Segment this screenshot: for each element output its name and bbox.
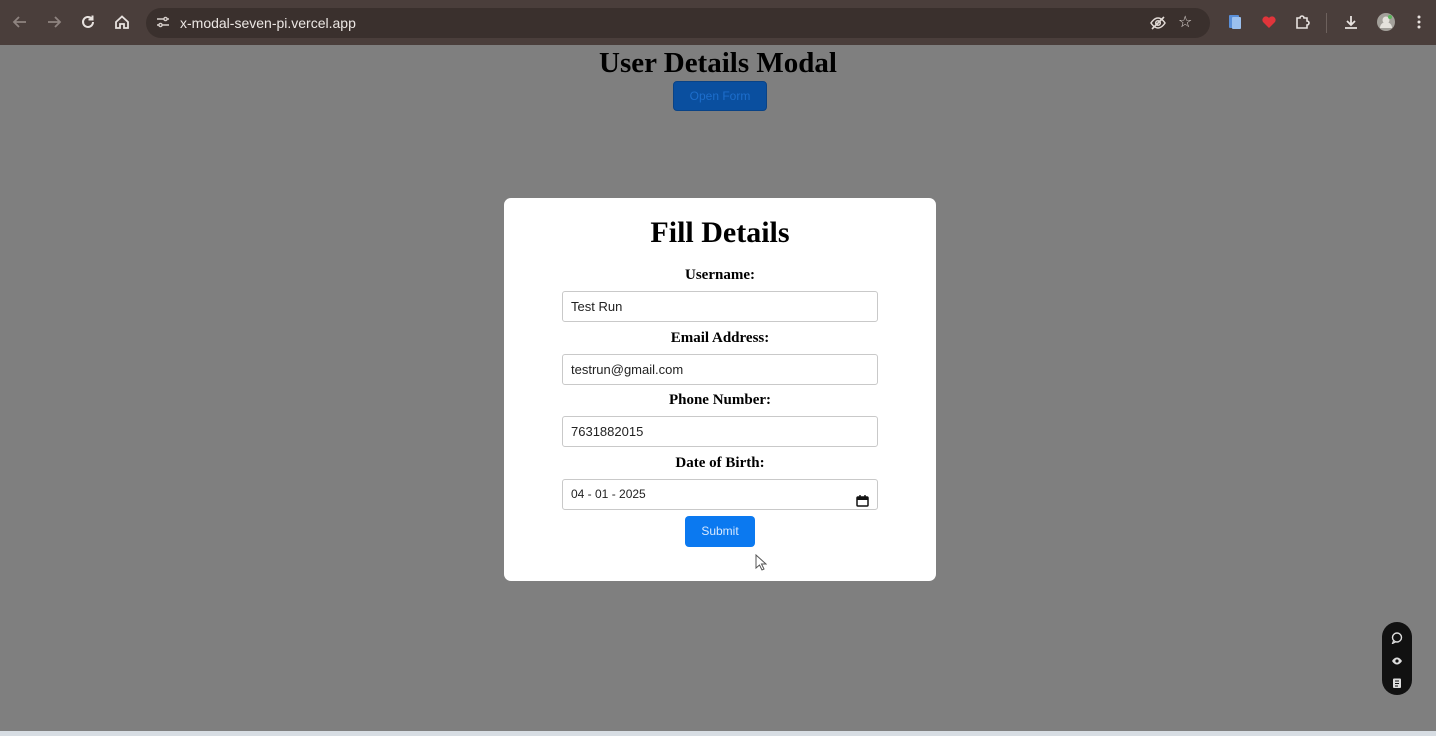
download-icon[interactable]: [1343, 14, 1359, 35]
email-input[interactable]: testrun@gmail.com: [562, 354, 878, 385]
page-title: User Details Modal: [599, 47, 837, 79]
extension-icon[interactable]: [1227, 14, 1243, 35]
heart-extension-icon[interactable]: [1261, 14, 1277, 35]
email-label: Email Address:: [670, 330, 770, 346]
dob-input[interactable]: 04 - 01 - 2025: [562, 479, 878, 510]
username-input[interactable]: Test Run: [562, 291, 878, 322]
floating-toolbar: [1382, 622, 1412, 695]
address-bar[interactable]: x-modal-seven-pi.vercel.app ☆: [146, 8, 1210, 38]
notes-icon[interactable]: [1391, 676, 1403, 688]
phone-label: Phone Number:: [668, 392, 772, 408]
home-icon[interactable]: [111, 11, 133, 33]
eye-icon[interactable]: [1391, 654, 1403, 666]
puzzle-extensions-icon[interactable]: [1294, 14, 1310, 35]
phone-input[interactable]: 7631882015: [562, 416, 878, 447]
window-bottom-edge: [0, 731, 1436, 736]
back-arrow-icon[interactable]: [9, 11, 31, 33]
submit-button[interactable]: Submit: [685, 516, 755, 547]
site-settings-icon[interactable]: [156, 15, 172, 31]
dob-label: Date of Birth:: [675, 455, 765, 471]
forward-arrow-icon[interactable]: [43, 11, 65, 33]
toolbar-divider: [1326, 13, 1327, 33]
dob-value: 04 - 01 - 2025: [571, 487, 646, 501]
reload-icon[interactable]: [77, 11, 99, 33]
bookmark-star-icon[interactable]: ☆: [1178, 12, 1192, 31]
username-label: Username:: [685, 267, 755, 283]
browser-toolbar: x-modal-seven-pi.vercel.app ☆: [0, 0, 1436, 45]
modal-title: Fill Details: [650, 216, 790, 249]
chat-bubble-icon[interactable]: [1391, 631, 1403, 645]
eye-off-icon[interactable]: [1149, 14, 1167, 37]
kebab-menu-icon[interactable]: [1413, 14, 1425, 35]
open-form-button[interactable]: Open Form: [673, 81, 767, 111]
calendar-icon[interactable]: [856, 488, 869, 507]
fill-details-modal: Fill Details Username: Test Run Email Ad…: [504, 198, 936, 581]
mouse-cursor-icon: [755, 553, 768, 577]
url-text[interactable]: x-modal-seven-pi.vercel.app: [180, 15, 356, 31]
profile-avatar-icon[interactable]: [1376, 12, 1396, 37]
